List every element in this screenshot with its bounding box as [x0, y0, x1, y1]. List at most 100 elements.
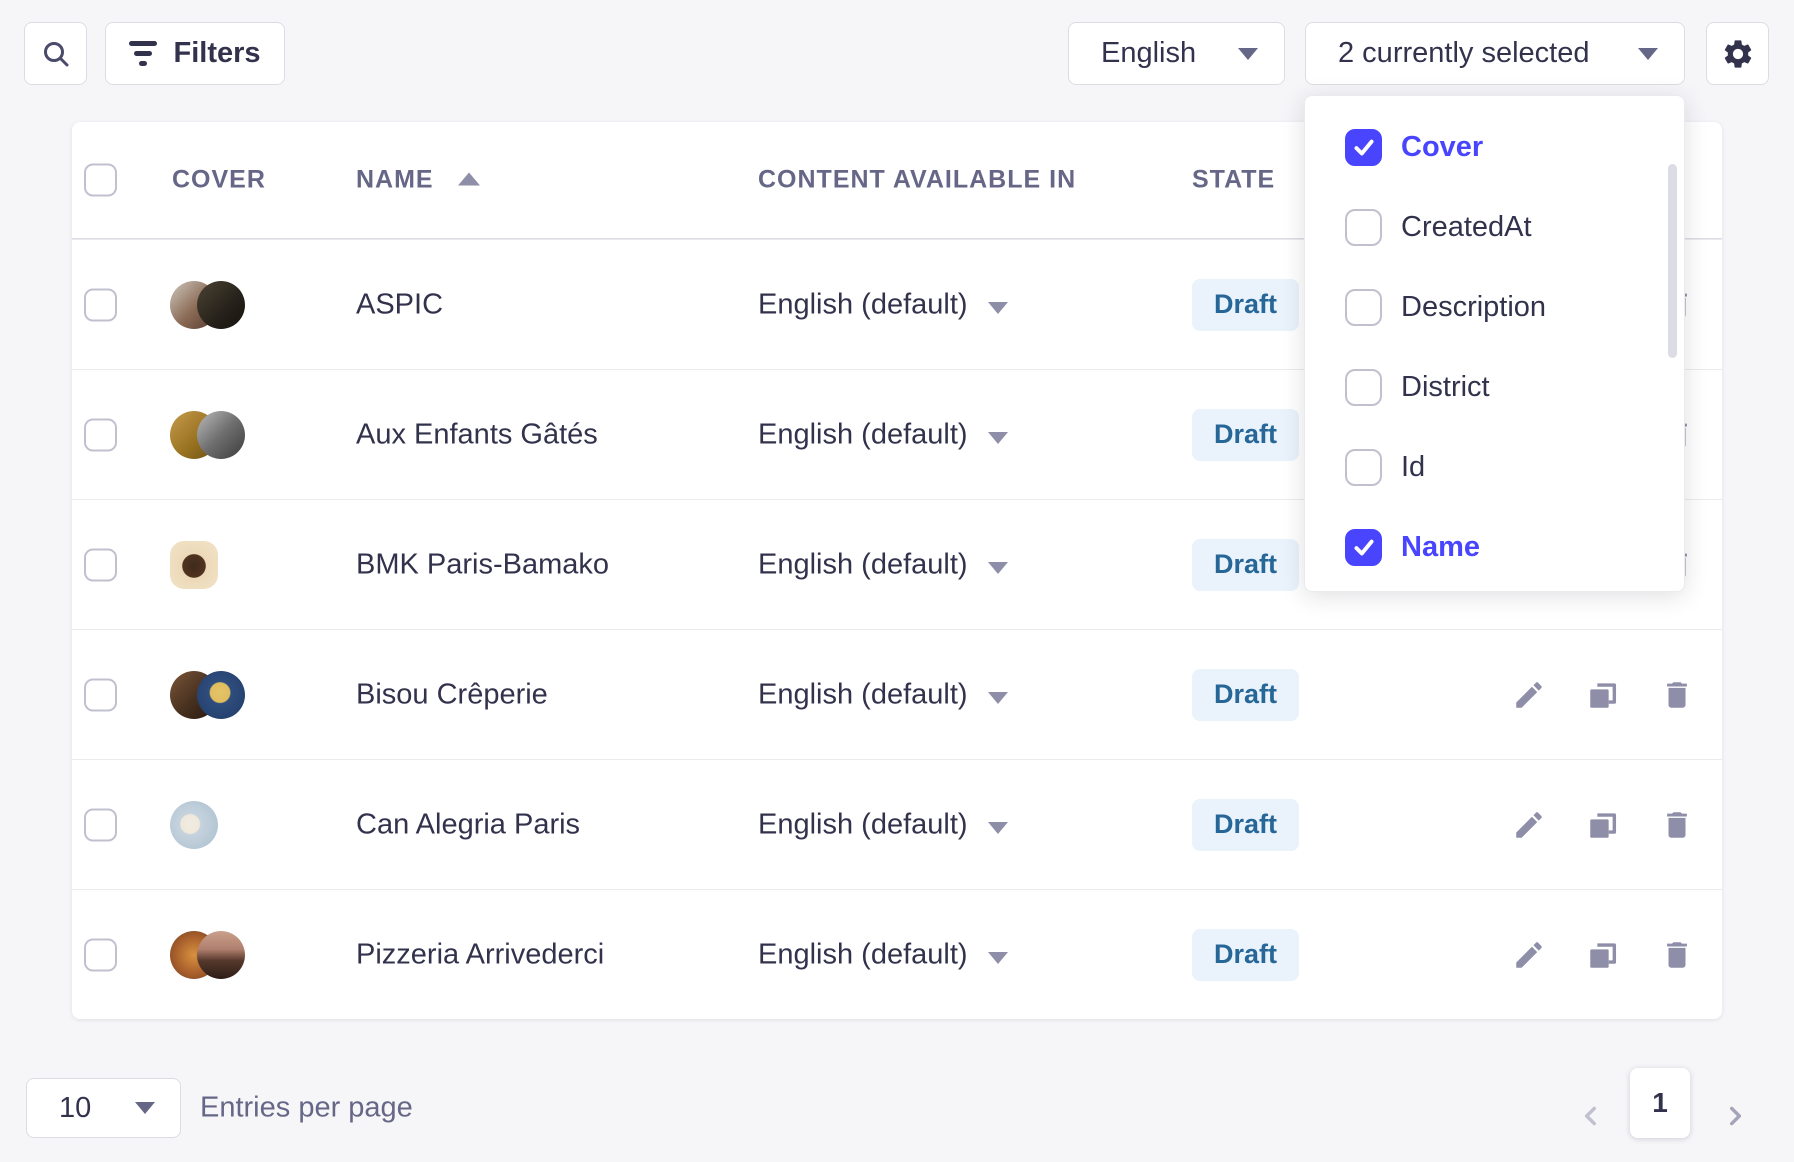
filters-button[interactable]: Filters — [105, 22, 285, 85]
row-actions — [1512, 678, 1694, 712]
duplicate-icon[interactable] — [1586, 938, 1620, 972]
duplicate-icon[interactable] — [1586, 808, 1620, 842]
entry-locale[interactable]: English (default) — [758, 808, 968, 841]
content-manager-page: Filters English 2 currently selected COV… — [0, 0, 1794, 1162]
column-option-label: Cover — [1401, 131, 1483, 164]
cover-avatars — [170, 281, 245, 329]
status-badge: Draft — [1192, 409, 1299, 461]
entry-locale[interactable]: English (default) — [758, 938, 968, 971]
entry-locale[interactable]: English (default) — [758, 548, 968, 581]
search-button[interactable] — [24, 22, 87, 85]
chevron-down-icon[interactable] — [988, 432, 1008, 444]
entry-locale[interactable]: English (default) — [758, 288, 968, 321]
select-all-checkbox[interactable] — [84, 164, 117, 197]
column-picker-value: 2 currently selected — [1338, 37, 1589, 70]
page-size-select[interactable]: 10 — [26, 1078, 181, 1138]
column-option-label: District — [1401, 371, 1490, 404]
chevron-down-icon[interactable] — [988, 952, 1008, 964]
checkbox[interactable] — [1345, 129, 1382, 166]
cover-image — [197, 931, 245, 979]
entry-locale[interactable]: English (default) — [758, 678, 968, 711]
column-option-district[interactable]: District — [1305, 347, 1684, 427]
sort-ascending-icon — [458, 173, 480, 186]
row-checkbox[interactable] — [84, 548, 117, 581]
table-row: Can Alegria Paris English (default) Draf… — [72, 759, 1722, 889]
checkbox[interactable] — [1345, 529, 1382, 566]
row-checkbox[interactable] — [84, 418, 117, 451]
search-icon — [40, 38, 72, 70]
cover-avatars — [170, 801, 218, 849]
scrollbar-thumb[interactable] — [1668, 164, 1677, 358]
entry-name[interactable]: BMK Paris-Bamako — [356, 548, 609, 581]
chevron-down-icon[interactable] — [988, 822, 1008, 834]
check-icon — [1351, 534, 1377, 560]
cover-image — [197, 411, 245, 459]
entry-locale[interactable]: English (default) — [758, 418, 968, 451]
checkbox[interactable] — [1345, 449, 1382, 486]
header-state[interactable]: STATE — [1192, 166, 1275, 195]
filters-button-label: Filters — [173, 37, 260, 70]
duplicate-icon[interactable] — [1586, 678, 1620, 712]
entry-name[interactable]: Aux Enfants Gâtés — [356, 418, 598, 451]
column-picker-popover: Cover CreatedAt Description District Id … — [1304, 95, 1685, 592]
check-icon — [1351, 134, 1377, 160]
column-option-label: Id — [1401, 451, 1425, 484]
chevron-down-icon[interactable] — [988, 562, 1008, 574]
status-badge: Draft — [1192, 799, 1299, 851]
checkbox[interactable] — [1345, 289, 1382, 326]
row-actions — [1512, 808, 1694, 842]
settings-button[interactable] — [1706, 22, 1769, 85]
row-checkbox[interactable] — [84, 808, 117, 841]
entry-name[interactable]: Can Alegria Paris — [356, 808, 580, 841]
page-number-button[interactable]: 1 — [1630, 1068, 1690, 1138]
column-option-label: Description — [1401, 291, 1546, 324]
chevron-down-icon — [1238, 48, 1258, 60]
chevron-left-icon — [1578, 1103, 1604, 1129]
cover-avatars — [170, 411, 245, 459]
row-checkbox[interactable] — [84, 288, 117, 321]
next-page-button[interactable] — [1722, 1103, 1748, 1129]
status-badge: Draft — [1192, 929, 1299, 981]
column-option-cover[interactable]: Cover — [1305, 107, 1684, 187]
cover-image — [170, 541, 218, 589]
column-picker-select[interactable]: 2 currently selected — [1305, 22, 1685, 85]
entry-name[interactable]: Bisou Crêperie — [356, 678, 548, 711]
trash-icon[interactable] — [1660, 938, 1694, 972]
row-actions — [1512, 938, 1694, 972]
previous-page-button[interactable] — [1578, 1103, 1604, 1129]
column-option-description[interactable]: Description — [1305, 267, 1684, 347]
column-option-label: CreatedAt — [1401, 211, 1532, 244]
chevron-down-icon[interactable] — [988, 302, 1008, 314]
cover-image — [197, 671, 245, 719]
header-content-available-in[interactable]: CONTENT AVAILABLE IN — [758, 166, 1076, 195]
page-size-value: 10 — [59, 1092, 91, 1125]
chevron-right-icon — [1722, 1103, 1748, 1129]
row-checkbox[interactable] — [84, 678, 117, 711]
status-badge: Draft — [1192, 279, 1299, 331]
column-option-name[interactable]: Name — [1305, 507, 1684, 587]
header-name[interactable]: NAME — [356, 166, 480, 195]
trash-icon[interactable] — [1660, 678, 1694, 712]
edit-pencil-icon[interactable] — [1512, 808, 1546, 842]
row-checkbox[interactable] — [84, 938, 117, 971]
column-option-id[interactable]: Id — [1305, 427, 1684, 507]
checkbox[interactable] — [1345, 369, 1382, 406]
chevron-down-icon — [1638, 48, 1658, 60]
entry-name[interactable]: ASPIC — [356, 288, 443, 321]
locale-select[interactable]: English — [1068, 22, 1285, 85]
column-option-label: Name — [1401, 531, 1480, 564]
gear-icon — [1721, 37, 1755, 71]
status-badge: Draft — [1192, 539, 1299, 591]
cover-image — [197, 281, 245, 329]
table-row: Bisou Crêperie English (default) Draft — [72, 629, 1722, 759]
header-cover[interactable]: COVER — [172, 166, 266, 195]
trash-icon[interactable] — [1660, 808, 1694, 842]
cover-avatars — [170, 931, 245, 979]
edit-pencil-icon[interactable] — [1512, 938, 1546, 972]
cover-avatars — [170, 541, 218, 589]
chevron-down-icon[interactable] — [988, 692, 1008, 704]
entry-name[interactable]: Pizzeria Arrivederci — [356, 938, 604, 971]
edit-pencil-icon[interactable] — [1512, 678, 1546, 712]
column-option-createdat[interactable]: CreatedAt — [1305, 187, 1684, 267]
checkbox[interactable] — [1345, 209, 1382, 246]
